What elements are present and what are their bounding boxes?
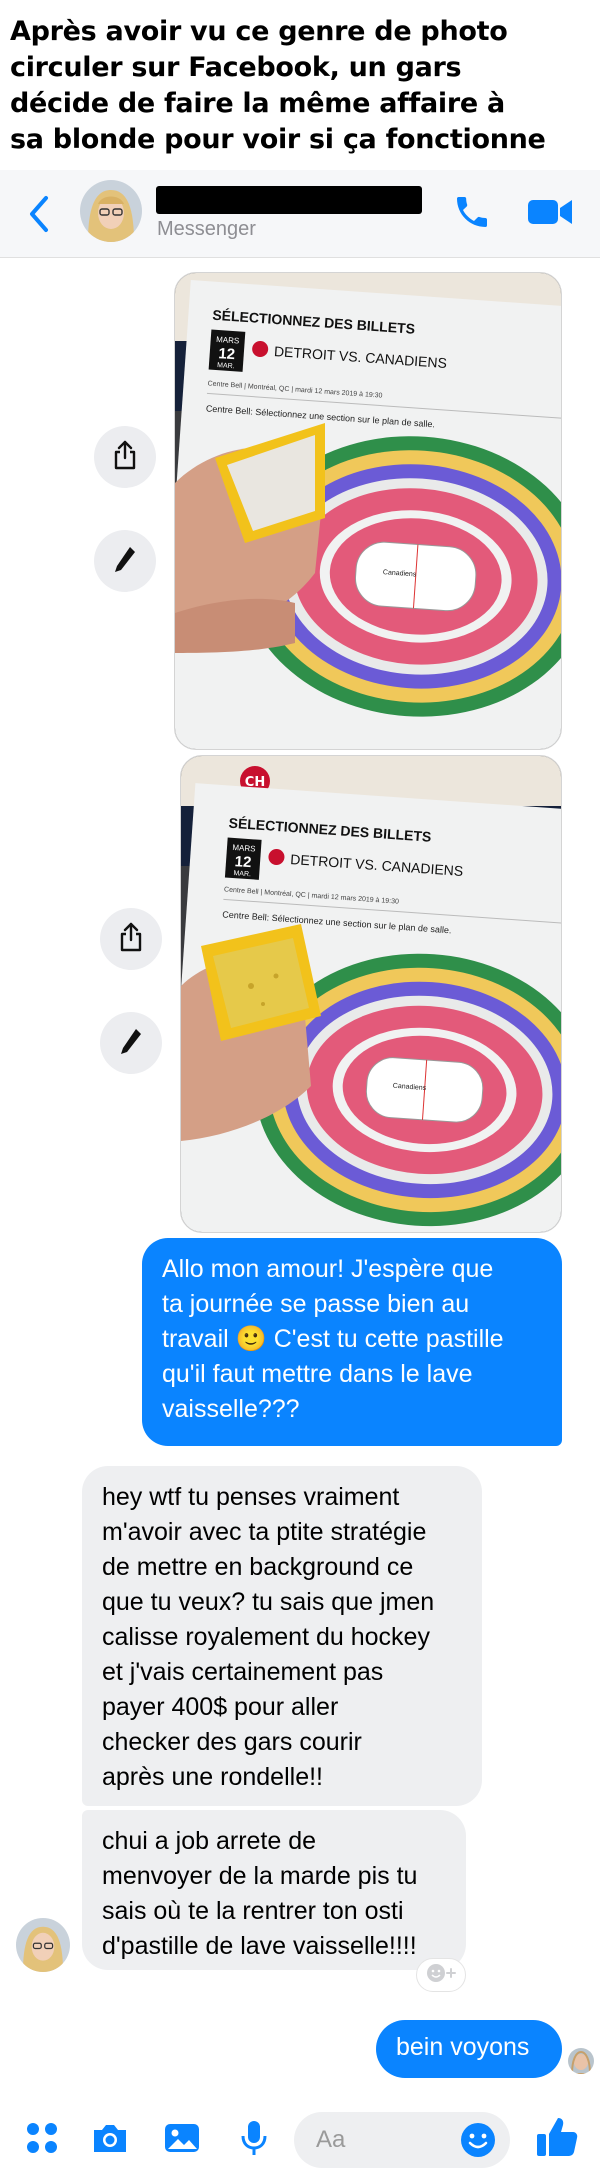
contact-avatar[interactable]	[80, 180, 142, 242]
message-composer	[0, 2100, 600, 2176]
contact-avatar[interactable]	[16, 1918, 70, 1972]
redacted-contact-name	[156, 186, 422, 214]
date-day: 12	[218, 345, 236, 363]
meme-caption: Après avoir vu ce genre de photo circule…	[0, 0, 600, 170]
apps-grid-icon[interactable]	[22, 2118, 62, 2158]
photo-attachment[interactable]: CH SÉLECTIONNEZ DES BILLETS MARS 12 MAR.…	[174, 272, 562, 750]
date-month: MARS	[216, 335, 240, 346]
caption-line: sa blonde pour voir si ça fonctionne	[10, 124, 546, 155]
back-chevron-icon[interactable]	[24, 192, 54, 236]
microphone-icon[interactable]	[234, 2118, 274, 2158]
incoming-message[interactable]: hey wtf tu penses vraiment m'avoir avec …	[82, 1466, 482, 1806]
caption-line: décide de faire la même affaire à	[10, 88, 505, 119]
add-reaction-icon	[424, 1961, 458, 1990]
message-input[interactable]	[316, 2126, 436, 2154]
header-subtitle: Messenger	[157, 218, 256, 240]
add-reaction-button[interactable]	[416, 1958, 466, 1992]
share-icon	[118, 922, 144, 957]
photo-attachment[interactable]: CH SÉLECTIONNEZ DES BILLETS MARS 12 MAR.…	[180, 755, 562, 1233]
share-button[interactable]	[100, 908, 162, 970]
outgoing-message[interactable]: bein voyons	[376, 2020, 562, 2078]
share-icon	[112, 440, 138, 475]
phone-icon[interactable]	[452, 192, 492, 232]
emoji-icon[interactable]	[458, 2120, 498, 2160]
pencil-icon	[118, 1026, 144, 1061]
pencil-icon	[112, 544, 138, 579]
incoming-message[interactable]: chui a job arrete de menvoyer de la mard…	[82, 1810, 466, 1970]
caption-line: circuler sur Facebook, un gars	[10, 52, 462, 83]
thumbs-up-icon[interactable]	[534, 2114, 580, 2160]
outgoing-message[interactable]: Allo mon amour! J'espère que ta journée …	[142, 1238, 562, 1446]
gallery-icon[interactable]	[162, 2118, 202, 2158]
caption-line: Après avoir vu ce genre de photo	[10, 16, 508, 47]
date-month: MARS	[232, 843, 256, 854]
date-sub: MAR.	[217, 362, 235, 370]
camera-icon[interactable]	[90, 2118, 130, 2158]
date-day: 12	[234, 853, 252, 871]
read-receipt-avatar	[568, 2048, 594, 2074]
share-button[interactable]	[94, 426, 156, 488]
date-sub: MAR.	[233, 870, 251, 878]
conversation-header: Messenger	[0, 170, 600, 258]
edit-button[interactable]	[94, 530, 156, 592]
video-camera-icon[interactable]	[526, 194, 574, 230]
message-input-container[interactable]	[294, 2112, 510, 2168]
edit-button[interactable]	[100, 1012, 162, 1074]
